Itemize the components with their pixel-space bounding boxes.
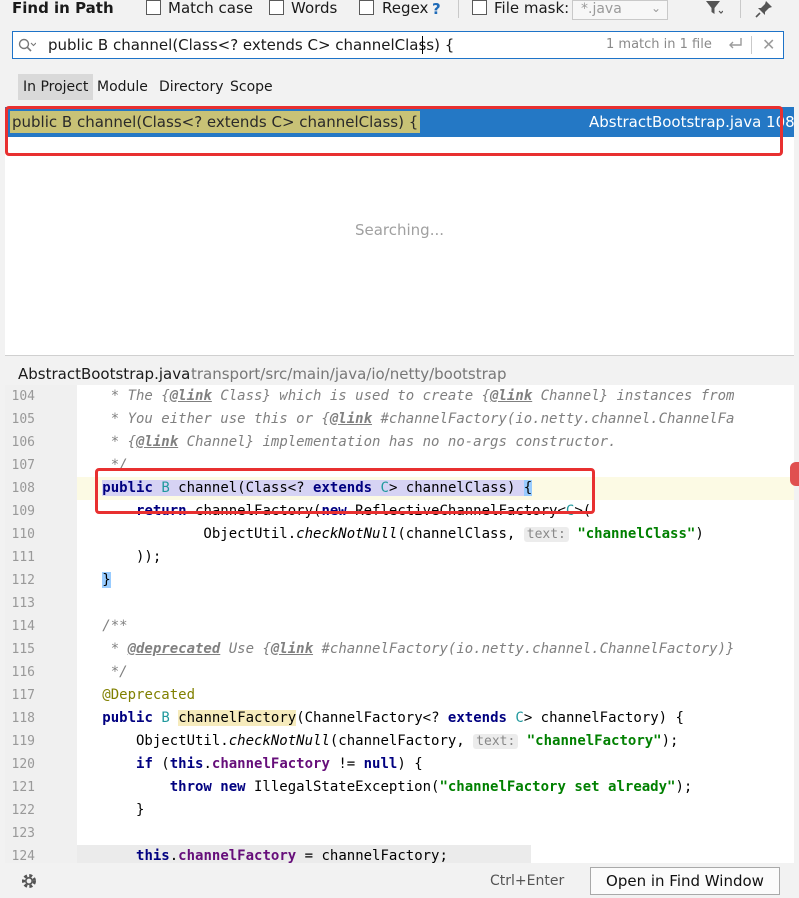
code-line: public B channelFactory(ChannelFactory<?…: [102, 710, 684, 726]
line-number: 113: [11, 596, 35, 611]
regex-checkbox[interactable]: [359, 0, 374, 15]
filter-icon[interactable]: [705, 0, 723, 16]
text-caret: [422, 36, 423, 54]
line-number: 107: [11, 458, 35, 473]
file-mask-checkbox[interactable]: [472, 0, 487, 15]
tab-label: Directory: [159, 79, 224, 95]
code-line: }: [102, 572, 111, 588]
highlight-box: [95, 468, 595, 514]
pin-icon[interactable]: [755, 0, 773, 18]
line-number: 108: [11, 481, 35, 496]
line-number: 111: [11, 550, 35, 565]
line-number: 104: [11, 389, 35, 404]
clear-icon[interactable]: ✕: [762, 35, 775, 54]
code-line: ));: [77, 549, 162, 565]
line-number: 124: [11, 849, 35, 863]
code-line: }: [77, 802, 145, 818]
highlight-box: [5, 106, 783, 156]
code-line: throw new IllegalStateException("channel…: [169, 779, 693, 795]
open-in-find-window-button[interactable]: Open in Find Window: [590, 867, 780, 895]
line-number: 122: [11, 803, 35, 818]
line-number: 110: [11, 527, 35, 542]
line-number: 115: [11, 642, 35, 657]
tab-module[interactable]: Module: [92, 74, 153, 100]
param-hint: text:: [473, 734, 519, 749]
regex-help-link[interactable]: ?: [432, 0, 441, 18]
line-number: 114: [11, 619, 35, 634]
code-line: */: [77, 664, 128, 680]
tab-directory[interactable]: Directory: [154, 74, 229, 100]
param-hint: text:: [523, 527, 569, 542]
words-label[interactable]: Words: [291, 0, 337, 17]
code-line: ObjectUtil.checkNotNull(channelFactory, …: [77, 733, 679, 749]
file-mask-combo[interactable]: *.java ⌄: [572, 0, 668, 20]
tab-in-project[interactable]: In Project: [18, 74, 94, 100]
match-count: 1 match in 1 file: [606, 37, 712, 52]
line-number: 118: [11, 711, 35, 726]
preview-path: transport/src/main/java/io/netty/bootstr…: [191, 365, 507, 383]
line-number: 116: [11, 665, 35, 680]
searching-status: Searching...: [354, 221, 445, 239]
new-line-icon[interactable]: [727, 37, 743, 51]
search-field[interactable]: public B channel(Class<? extends C> chan…: [12, 31, 784, 59]
code-line: this.channelFactory = channelFactory;: [77, 845, 531, 863]
find-in-path-header: Find in Path Match case Words Regex ? Fi…: [0, 0, 799, 26]
preview-filename: AbstractBootstrap.java: [18, 365, 191, 383]
line-number: 123: [11, 826, 35, 841]
file-mask-label[interactable]: File mask:: [494, 0, 569, 17]
chevron-down-icon: ⌄: [651, 1, 662, 15]
file-mask-value: *.java: [581, 1, 622, 17]
line-number: 109: [11, 504, 35, 519]
regex-label[interactable]: Regex: [382, 0, 428, 17]
dialog-footer: Ctrl+Enter Open in Find Window: [0, 863, 799, 898]
code-preview[interactable]: 104 105 106 107 108 109 110 111 112 113 …: [5, 385, 794, 863]
line-number: 106: [11, 435, 35, 450]
line-number: 112: [11, 573, 35, 588]
match-case-label[interactable]: Match case: [168, 0, 253, 17]
gear-icon[interactable]: [20, 872, 38, 890]
tab-scope[interactable]: Scope: [225, 74, 278, 100]
code-line: * You either use this or {@link #channel…: [77, 411, 735, 427]
preview-header: AbstractBootstrap.java transport/src/mai…: [5, 355, 794, 385]
code-line: /**: [77, 618, 128, 634]
line-number: 120: [11, 757, 35, 772]
open-shortcut: Ctrl+Enter: [490, 873, 565, 889]
words-checkbox[interactable]: [269, 0, 284, 15]
code-line: ObjectUtil.checkNotNull(channelClass, te…: [77, 526, 704, 542]
code-line: * @deprecated Use {@link #channelFactory…: [77, 641, 735, 657]
code-line: * {@link Channel} implementation has no …: [77, 434, 617, 450]
line-number: 121: [11, 780, 35, 795]
search-query: public B channel(Class<? extends C> chan…: [48, 36, 455, 54]
match-case-checkbox[interactable]: [146, 0, 161, 15]
dialog-title: Find in Path: [12, 0, 114, 17]
line-number: 117: [11, 688, 35, 703]
search-icon[interactable]: [18, 38, 36, 54]
tab-label: Module: [97, 79, 148, 95]
code-line: if (this.channelFactory != null) {: [136, 756, 423, 772]
error-marker-icon: [790, 462, 799, 486]
separator: [751, 36, 752, 54]
tab-label: Scope: [230, 79, 273, 95]
code-line: * The {@link Class} which is used to cre…: [77, 388, 735, 404]
line-number: 119: [11, 734, 35, 749]
tab-label: In Project: [23, 79, 89, 95]
code-line: @Deprecated: [102, 687, 196, 703]
separator: [740, 0, 741, 18]
separator: [458, 0, 459, 18]
line-number: 105: [11, 412, 35, 427]
